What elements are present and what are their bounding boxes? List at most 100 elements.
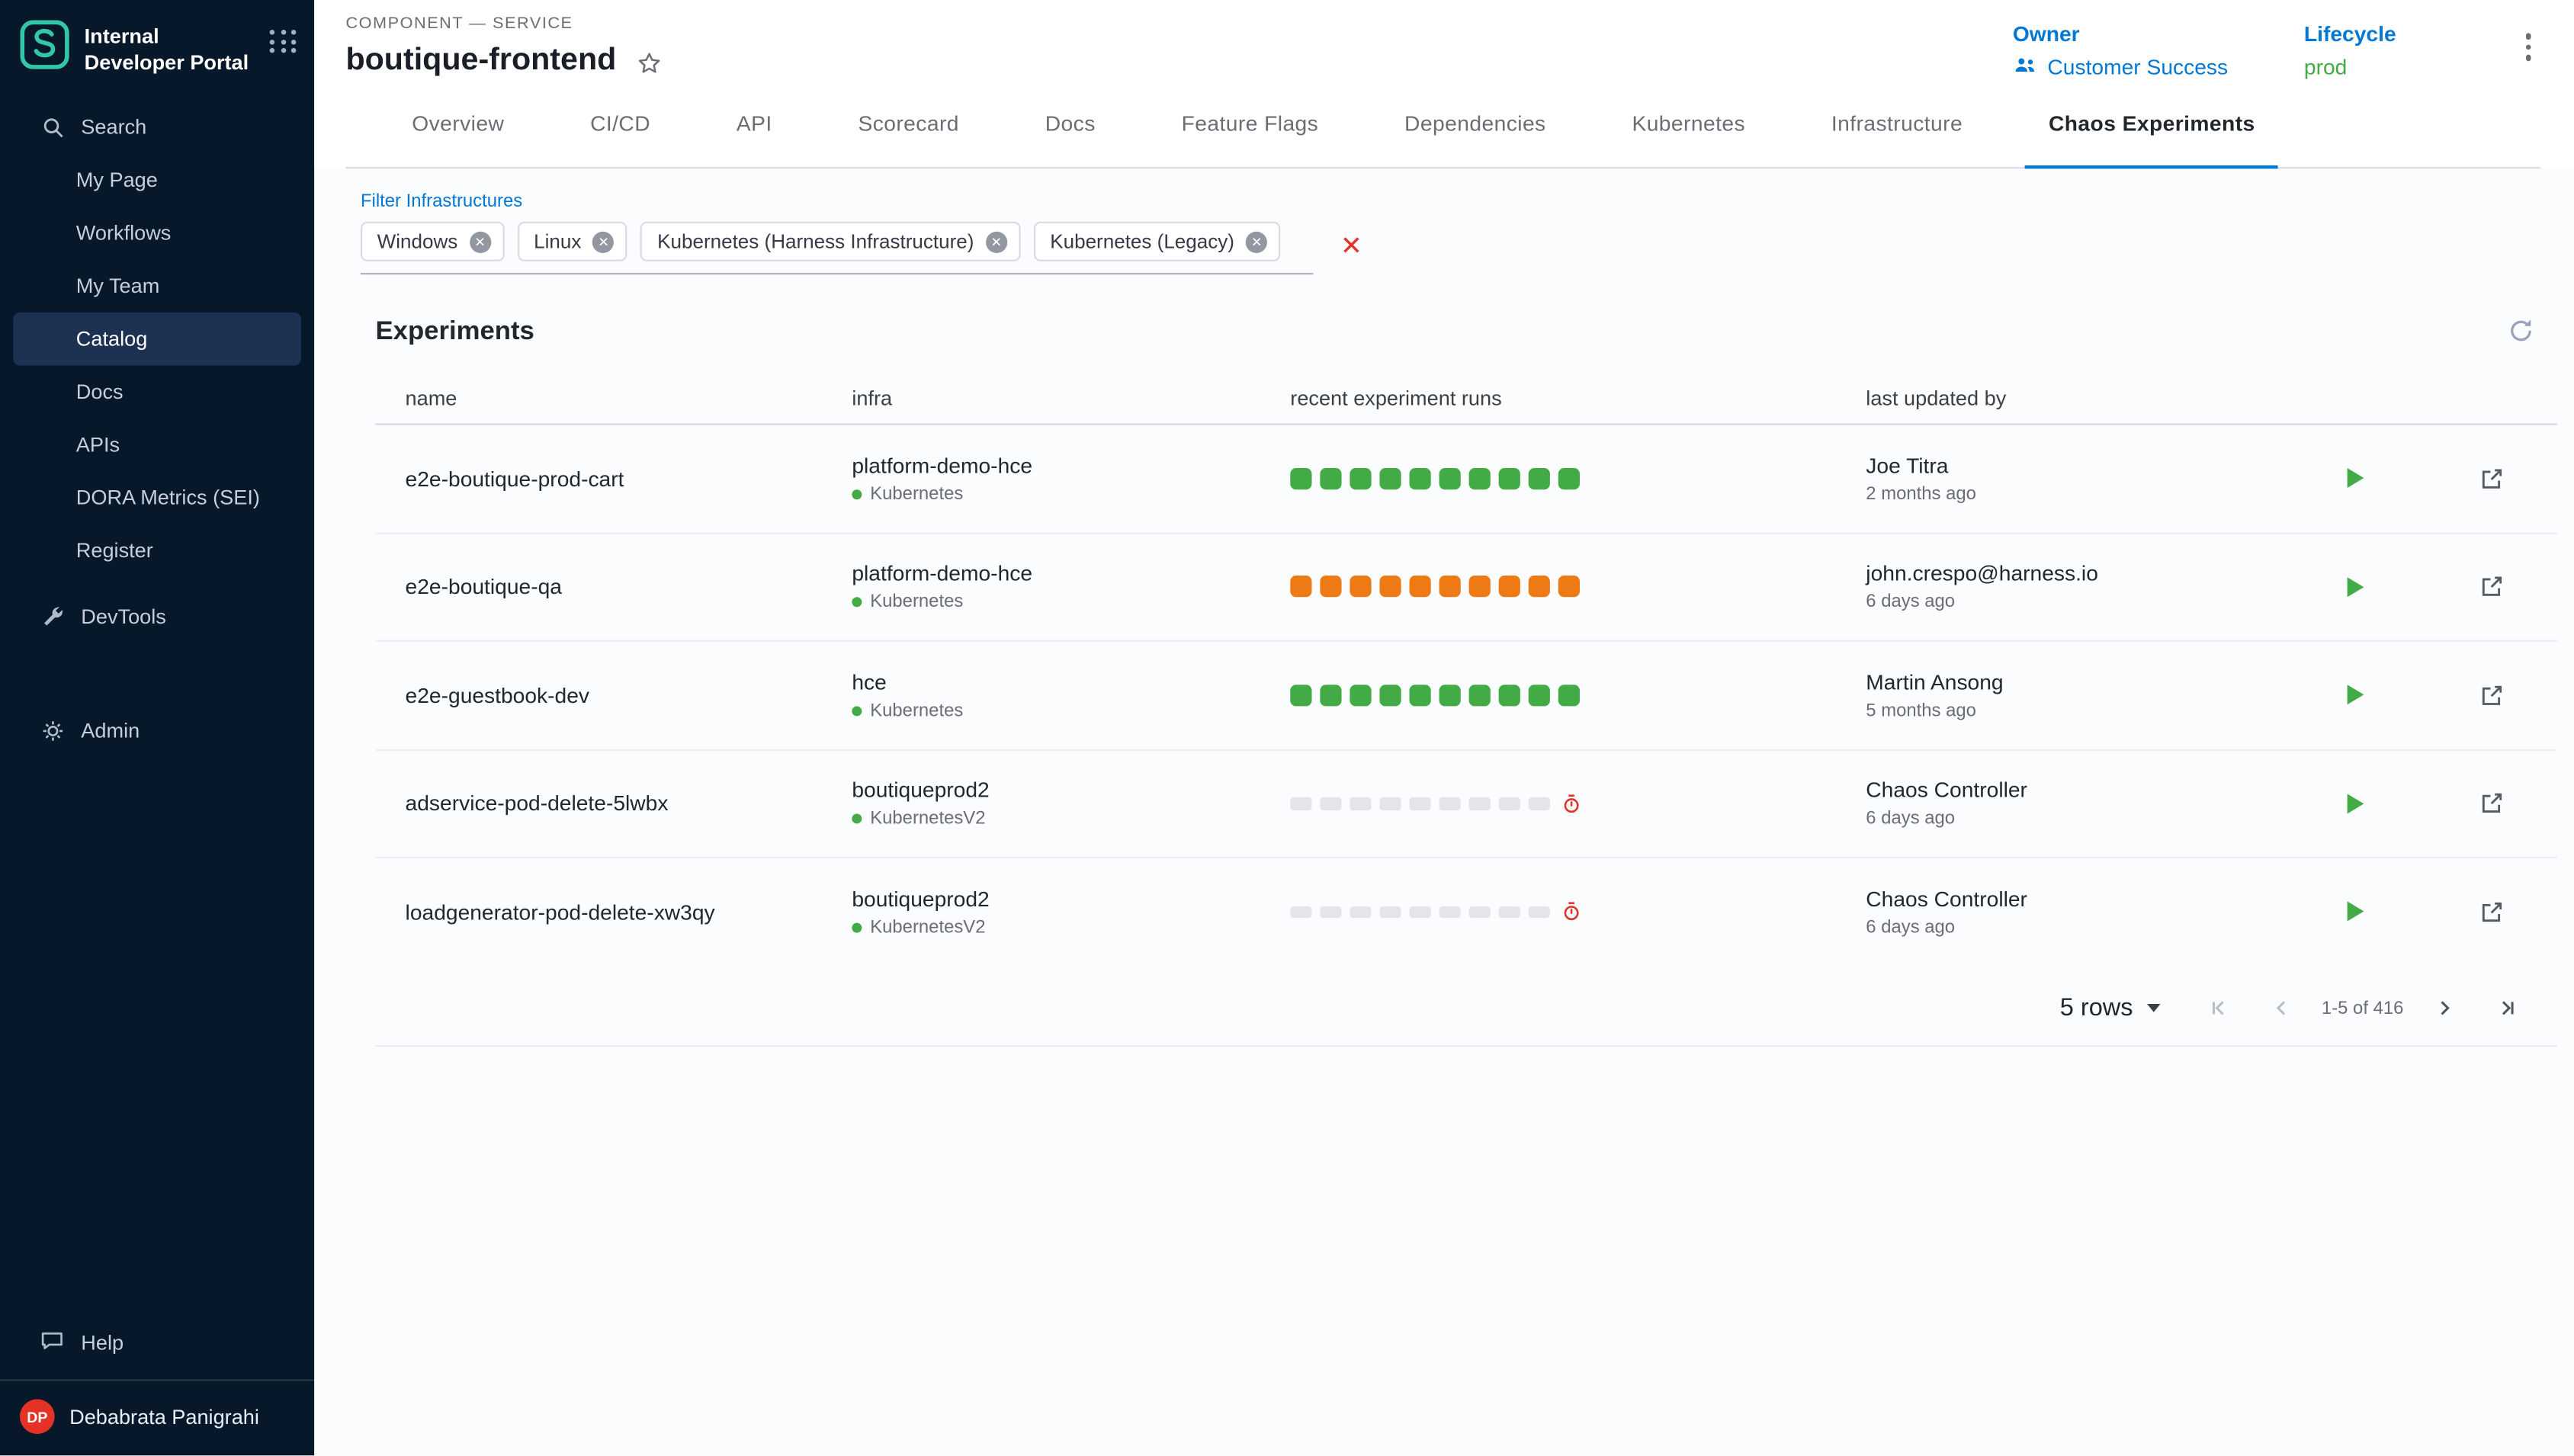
updated-ago: 6 days ago [1866, 592, 2303, 612]
table-row[interactable]: adservice-pod-delete-5lwbx boutiqueprod2… [375, 750, 2557, 858]
next-page-button[interactable] [2412, 997, 2474, 1018]
open-in-new-icon[interactable] [2479, 791, 2505, 816]
run-square-empty [1498, 906, 1520, 918]
infra-status-dot [852, 814, 862, 824]
infra-name: hce [852, 669, 1290, 694]
run-square-empty [1290, 797, 1312, 810]
sidebar-item-label: DORA Metrics (SEI) [76, 486, 260, 508]
filter-chip-label: Kubernetes (Harness Infrastructure) [657, 230, 974, 253]
remove-chip-icon[interactable]: ✕ [986, 231, 1007, 252]
table-header: name infra recent experiment runs last u… [375, 374, 2557, 425]
tab-feature-flags[interactable]: Feature Flags [1158, 101, 1341, 167]
sidebar-item-admin[interactable]: Admin [13, 704, 301, 756]
experiments-section: Experiments name infra recent experiment… [361, 318, 2557, 1047]
sidebar-item-label: Docs [76, 380, 124, 402]
last-page-button[interactable] [2475, 997, 2537, 1018]
sidebar-item-label: DevTools [81, 605, 166, 627]
sidebar-group: DevTools [0, 586, 314, 646]
run-indicators [1290, 794, 1866, 813]
owner-link[interactable]: Customer Success [2013, 55, 2228, 80]
sidebar-item-my-page[interactable]: My Page [13, 153, 301, 206]
tab-infrastructure[interactable]: Infrastructure [1809, 101, 1986, 167]
run-experiment-button[interactable] [2345, 900, 2365, 923]
run-square-empty [1379, 906, 1401, 918]
tab-dependencies[interactable]: Dependencies [1382, 101, 1569, 167]
run-square-success [1468, 684, 1491, 706]
infra-cell: hce Kubernetes [852, 669, 1290, 720]
table-row[interactable]: loadgenerator-pod-delete-xw3qy boutiquep… [375, 858, 2557, 965]
run-indicators [1290, 684, 1866, 706]
sidebar-item-register[interactable]: Register [13, 524, 301, 576]
open-in-new-icon[interactable] [2479, 574, 2505, 599]
prev-page-button[interactable] [2251, 997, 2313, 1018]
filter-chip-kubernetes-harness-infrastructure[interactable]: Kubernetes (Harness Infrastructure) ✕ [640, 222, 1020, 261]
tab-chaos-experiments[interactable]: Chaos Experiments [2026, 101, 2278, 167]
rows-per-page-value: 5 rows [2060, 994, 2133, 1022]
run-square-failed [1290, 576, 1312, 598]
remove-chip-icon[interactable]: ✕ [593, 231, 615, 252]
owner-label: Owner [2013, 21, 2228, 47]
table-row[interactable]: e2e-guestbook-dev hce Kubernetes Martin … [375, 642, 2557, 750]
sidebar-item-label: My Page [76, 168, 158, 191]
run-experiment-button[interactable] [2345, 792, 2365, 815]
run-experiment-button[interactable] [2345, 467, 2365, 489]
run-square-empty [1350, 797, 1372, 810]
open-in-new-icon[interactable] [2479, 683, 2505, 708]
first-page-button[interactable] [2187, 997, 2250, 1018]
updated-by: Chaos Controller [1866, 778, 2303, 803]
sidebar-item-my-team[interactable]: My Team [13, 259, 301, 312]
user-profile[interactable]: DP Debabrata Panigrahi [0, 1381, 314, 1456]
filter-chip-kubernetes-legacy[interactable]: Kubernetes (Legacy) ✕ [1034, 222, 1281, 261]
run-square-failed [1320, 576, 1342, 598]
run-square-success [1498, 467, 1520, 489]
run-square-empty [1409, 797, 1431, 810]
filter-label[interactable]: Filter Infrastructures [361, 192, 2557, 212]
tab-overview[interactable]: Overview [389, 101, 528, 167]
sidebar-item-docs[interactable]: Docs [13, 364, 301, 417]
remove-chip-icon[interactable]: ✕ [1246, 231, 1267, 252]
filter-chip-windows[interactable]: Windows ✕ [361, 222, 504, 261]
filter-chip-label: Kubernetes (Legacy) [1050, 230, 1234, 253]
tab-content: Filter Infrastructures Windows ✕ Linux ✕… [314, 168, 2574, 1455]
sidebar-item-apis[interactable]: APIs [13, 418, 301, 470]
open-in-new-icon[interactable] [2479, 466, 2505, 491]
kebab-menu-icon[interactable] [2515, 21, 2541, 72]
tab-docs[interactable]: Docs [1022, 101, 1119, 167]
updated-ago: 6 days ago [1866, 918, 2303, 938]
table-row[interactable]: e2e-boutique-qa platform-demo-hce Kubern… [375, 534, 2557, 642]
entity-header: COMPONENT — SERVICE boutique-frontend Ow… [314, 0, 2574, 168]
sidebar-item-help[interactable]: Help [13, 1316, 301, 1369]
clear-filters-icon[interactable]: ✕ [1340, 235, 1362, 261]
sidebar-item-search[interactable]: Search [13, 100, 301, 152]
experiment-name: loadgenerator-pod-delete-xw3qy [406, 900, 852, 925]
run-indicators [1290, 902, 1866, 922]
run-square-success [1379, 467, 1401, 489]
tab-api[interactable]: API [713, 101, 795, 167]
remove-chip-icon[interactable]: ✕ [469, 231, 490, 252]
gear-icon [40, 719, 65, 742]
favorite-star-icon[interactable] [634, 49, 663, 77]
filter-chips-input[interactable]: Windows ✕ Linux ✕ Kubernetes (Harness In… [361, 222, 1314, 274]
sidebar-item-dora-metrics-sei[interactable]: DORA Metrics (SEI) [13, 470, 301, 523]
apps-grid-icon[interactable] [270, 30, 298, 53]
filter-chip-linux[interactable]: Linux ✕ [517, 222, 627, 261]
run-square-empty [1468, 797, 1491, 810]
table-row[interactable]: e2e-boutique-prod-cart platform-demo-hce… [375, 425, 2557, 534]
open-in-new-icon[interactable] [2479, 900, 2505, 925]
sidebar-item-devtools[interactable]: DevTools [13, 589, 301, 642]
tab-kubernetes[interactable]: Kubernetes [1609, 101, 1768, 167]
run-experiment-button[interactable] [2345, 684, 2365, 707]
infra-cell: boutiqueprod2 KubernetesV2 [852, 778, 1290, 829]
timeout-icon [1561, 794, 1581, 813]
tab-scorecard[interactable]: Scorecard [835, 101, 982, 167]
col-name: name [406, 387, 852, 410]
rows-per-page-select[interactable]: 5 rows [2060, 994, 2162, 1022]
run-square-success [1528, 467, 1550, 489]
refresh-icon[interactable] [2508, 318, 2534, 353]
sidebar-item-workflows[interactable]: Workflows [13, 206, 301, 258]
app-title: Internal Developer Portal [85, 20, 255, 77]
run-square-empty [1468, 906, 1491, 918]
sidebar-item-catalog[interactable]: Catalog [13, 312, 301, 364]
run-experiment-button[interactable] [2345, 575, 2365, 598]
tab-ci-cd[interactable]: CI/CD [567, 101, 674, 167]
